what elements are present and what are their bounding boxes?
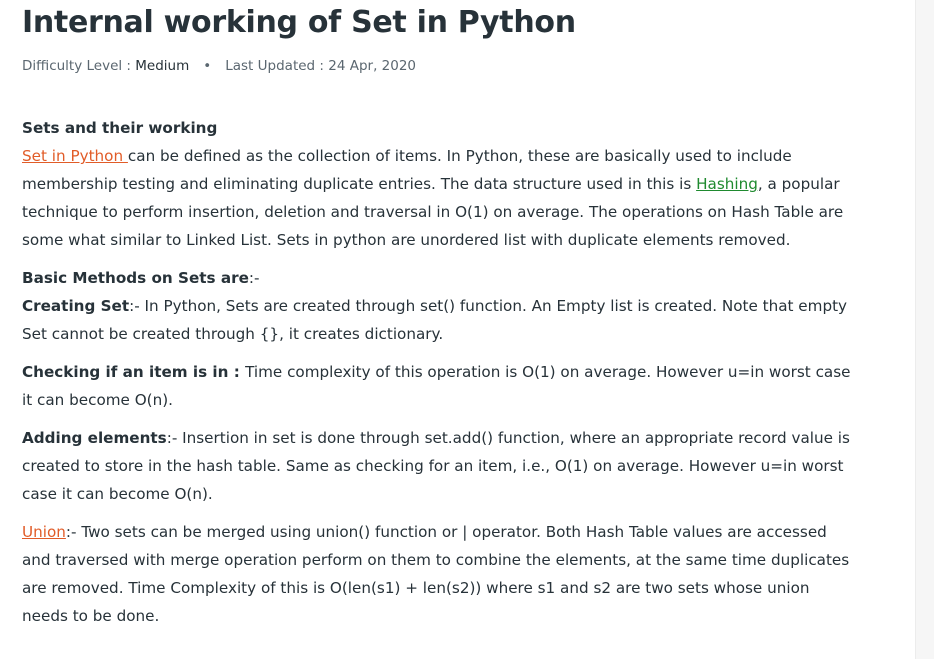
adding-paragraph: Adding elements:- Insertion in set is do… bbox=[22, 424, 852, 508]
section-heading: Sets and their working bbox=[22, 119, 218, 137]
adding-label: Adding elements bbox=[22, 429, 167, 447]
union-paragraph: Union:- Two sets can be merged using uni… bbox=[22, 518, 852, 630]
meta-separator-dot: • bbox=[203, 58, 212, 74]
right-sidebar-rail bbox=[915, 0, 934, 659]
intro-paragraph: Set in Python can be defined as the coll… bbox=[22, 142, 852, 254]
basic-methods-heading: Basic Methods on Sets are:- bbox=[22, 269, 260, 287]
updated-label: Last Updated : bbox=[225, 58, 329, 74]
updated-value: 24 Apr, 2020 bbox=[328, 58, 417, 74]
creating-set-text: :- In Python, Sets are created through s… bbox=[22, 297, 848, 343]
hashing-link[interactable]: Hashing bbox=[696, 175, 758, 193]
article-meta: Difficulty Level : Medium • Last Updated :… bbox=[22, 58, 852, 74]
difficulty-label: Difficulty Level : bbox=[22, 58, 136, 74]
article-content: Sets and their working Set in Python can… bbox=[22, 114, 852, 630]
set-in-python-link[interactable]: Set in Python bbox=[22, 147, 128, 165]
union-link[interactable]: Union bbox=[22, 523, 66, 541]
page-title: Internal working of Set in Python bbox=[22, 5, 576, 40]
creating-set-label: Creating Set bbox=[22, 297, 130, 315]
intro-text-1: can be defined as the collection of item… bbox=[22, 147, 792, 193]
checking-paragraph: Checking if an item is in : Time complex… bbox=[22, 358, 852, 414]
creating-set-paragraph: Creating Set:- In Python, Sets are creat… bbox=[22, 292, 852, 348]
union-text: :- Two sets can be merged using union() … bbox=[22, 523, 850, 625]
article: Internal working of Set in Python Diffic… bbox=[22, 0, 852, 630]
checking-label: Checking if an item is in : bbox=[22, 363, 246, 381]
difficulty-value[interactable]: Medium bbox=[135, 58, 189, 74]
